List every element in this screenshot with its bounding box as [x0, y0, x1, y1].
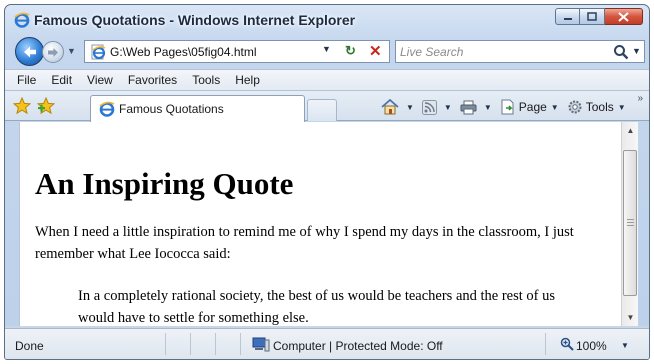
add-favorites-icon[interactable] [37, 97, 55, 115]
menu-edit[interactable]: Edit [51, 73, 72, 87]
page-ie-icon [91, 44, 106, 60]
status-divider [240, 333, 241, 355]
minimize-icon [563, 17, 572, 20]
scroll-down-arrow-icon[interactable]: ▼ [622, 309, 639, 326]
scroll-thumb[interactable] [623, 150, 637, 296]
status-divider [545, 333, 546, 355]
status-divider [190, 333, 191, 355]
zoom-dropdown-icon[interactable]: ▼ [621, 341, 629, 350]
maximize-icon [587, 12, 597, 21]
tools-gear-icon [568, 100, 582, 114]
tools-menu-label: Tools [585, 100, 614, 114]
window-title: Famous Quotations - Windows Internet Exp… [34, 12, 356, 28]
back-arrow-icon [23, 46, 36, 57]
status-text: Done [15, 339, 44, 353]
menu-help[interactable]: Help [235, 73, 260, 87]
search-input[interactable] [400, 43, 600, 60]
print-button[interactable]: ▼ [460, 100, 492, 115]
menu-bar: File Edit View Favorites Tools Help [5, 69, 649, 91]
home-icon [381, 99, 399, 115]
back-button[interactable] [15, 37, 44, 66]
forward-button[interactable] [42, 41, 64, 63]
recent-pages-dropdown[interactable]: ▼ [67, 46, 76, 56]
ie-logo-icon [14, 12, 30, 28]
page-content: An Inspiring Quote When I need a little … [19, 122, 621, 326]
scroll-up-arrow-icon[interactable]: ▲ [622, 122, 639, 139]
close-icon [618, 11, 629, 22]
computer-zone-icon[interactable] [252, 337, 270, 352]
home-dropdown-icon[interactable]: ▼ [406, 103, 414, 112]
new-tab-button[interactable] [307, 99, 337, 121]
tab-bar: Famous Quotations ▼ ▼ ▼ Page ▼ Tools ▼ » [5, 91, 649, 122]
address-dropdown-icon[interactable]: ▼ [322, 44, 331, 54]
forward-arrow-icon [48, 47, 58, 57]
search-icon[interactable] [613, 44, 629, 60]
print-dropdown-icon[interactable]: ▼ [484, 103, 492, 112]
search-options-dropdown[interactable]: ▼ [632, 46, 641, 56]
navigation-bar: ▼ G:\Web Pages\05fig04.html ▼ ↻ ✕ ▼ [5, 35, 649, 69]
intro-paragraph: When I need a little inspiration to remi… [35, 224, 574, 262]
favorites-star-icon[interactable] [13, 97, 31, 115]
maximize-button[interactable] [580, 8, 605, 25]
chevron-more-icon[interactable]: » [637, 93, 643, 104]
tools-menu-button[interactable]: Tools ▼ [567, 99, 626, 115]
menu-favorites[interactable]: Favorites [128, 73, 177, 87]
tools-dropdown-icon[interactable]: ▼ [618, 103, 626, 112]
page-icon [501, 99, 514, 115]
page-menu-label: Page [518, 100, 547, 114]
status-divider [215, 333, 216, 355]
menu-view[interactable]: View [87, 73, 113, 87]
scroll-grip-icon [627, 219, 634, 226]
page-dropdown-icon[interactable]: ▼ [551, 103, 559, 112]
print-icon [460, 100, 477, 114]
address-url[interactable]: G:\Web Pages\05fig04.html [110, 45, 257, 59]
caption-buttons [555, 8, 643, 25]
command-bar: ▼ ▼ ▼ Page ▼ Tools ▼ [381, 96, 634, 118]
quote-blockquote: In a completely rational society, the be… [78, 288, 556, 326]
feeds-button[interactable]: ▼ [421, 99, 452, 115]
security-zone-text[interactable]: Computer | Protected Mode: Off [273, 339, 443, 353]
tab-famous-quotations[interactable]: Famous Quotations [90, 95, 305, 122]
ie-window: Famous Quotations - Windows Internet Exp… [4, 4, 650, 360]
zoom-icon[interactable] [560, 337, 574, 351]
home-button[interactable]: ▼ [381, 99, 414, 115]
ie-page-icon [99, 101, 115, 117]
close-button[interactable] [605, 8, 643, 25]
status-divider [165, 333, 166, 355]
tab-label: Famous Quotations [119, 102, 224, 116]
minimize-button[interactable] [555, 8, 580, 25]
search-box[interactable]: ▼ [395, 40, 645, 63]
menu-tools[interactable]: Tools [192, 73, 220, 87]
status-bar: Done Computer | Protected Mode: Off 100%… [5, 328, 649, 359]
feeds-dropdown-icon[interactable]: ▼ [444, 103, 452, 112]
refresh-icon[interactable]: ↻ [345, 43, 356, 59]
address-bar[interactable]: G:\Web Pages\05fig04.html ▼ ↻ ✕ [84, 40, 390, 63]
menu-file[interactable]: File [17, 73, 36, 87]
feeds-icon [421, 99, 437, 115]
zoom-level[interactable]: 100% [576, 339, 607, 353]
vertical-scrollbar[interactable]: ▲ ▼ [621, 122, 638, 326]
page-menu-button[interactable]: Page ▼ [500, 99, 559, 115]
title-bar[interactable]: Famous Quotations - Windows Internet Exp… [5, 5, 649, 35]
stop-icon[interactable]: ✕ [369, 42, 382, 60]
page-heading: An Inspiring Quote [35, 166, 294, 201]
